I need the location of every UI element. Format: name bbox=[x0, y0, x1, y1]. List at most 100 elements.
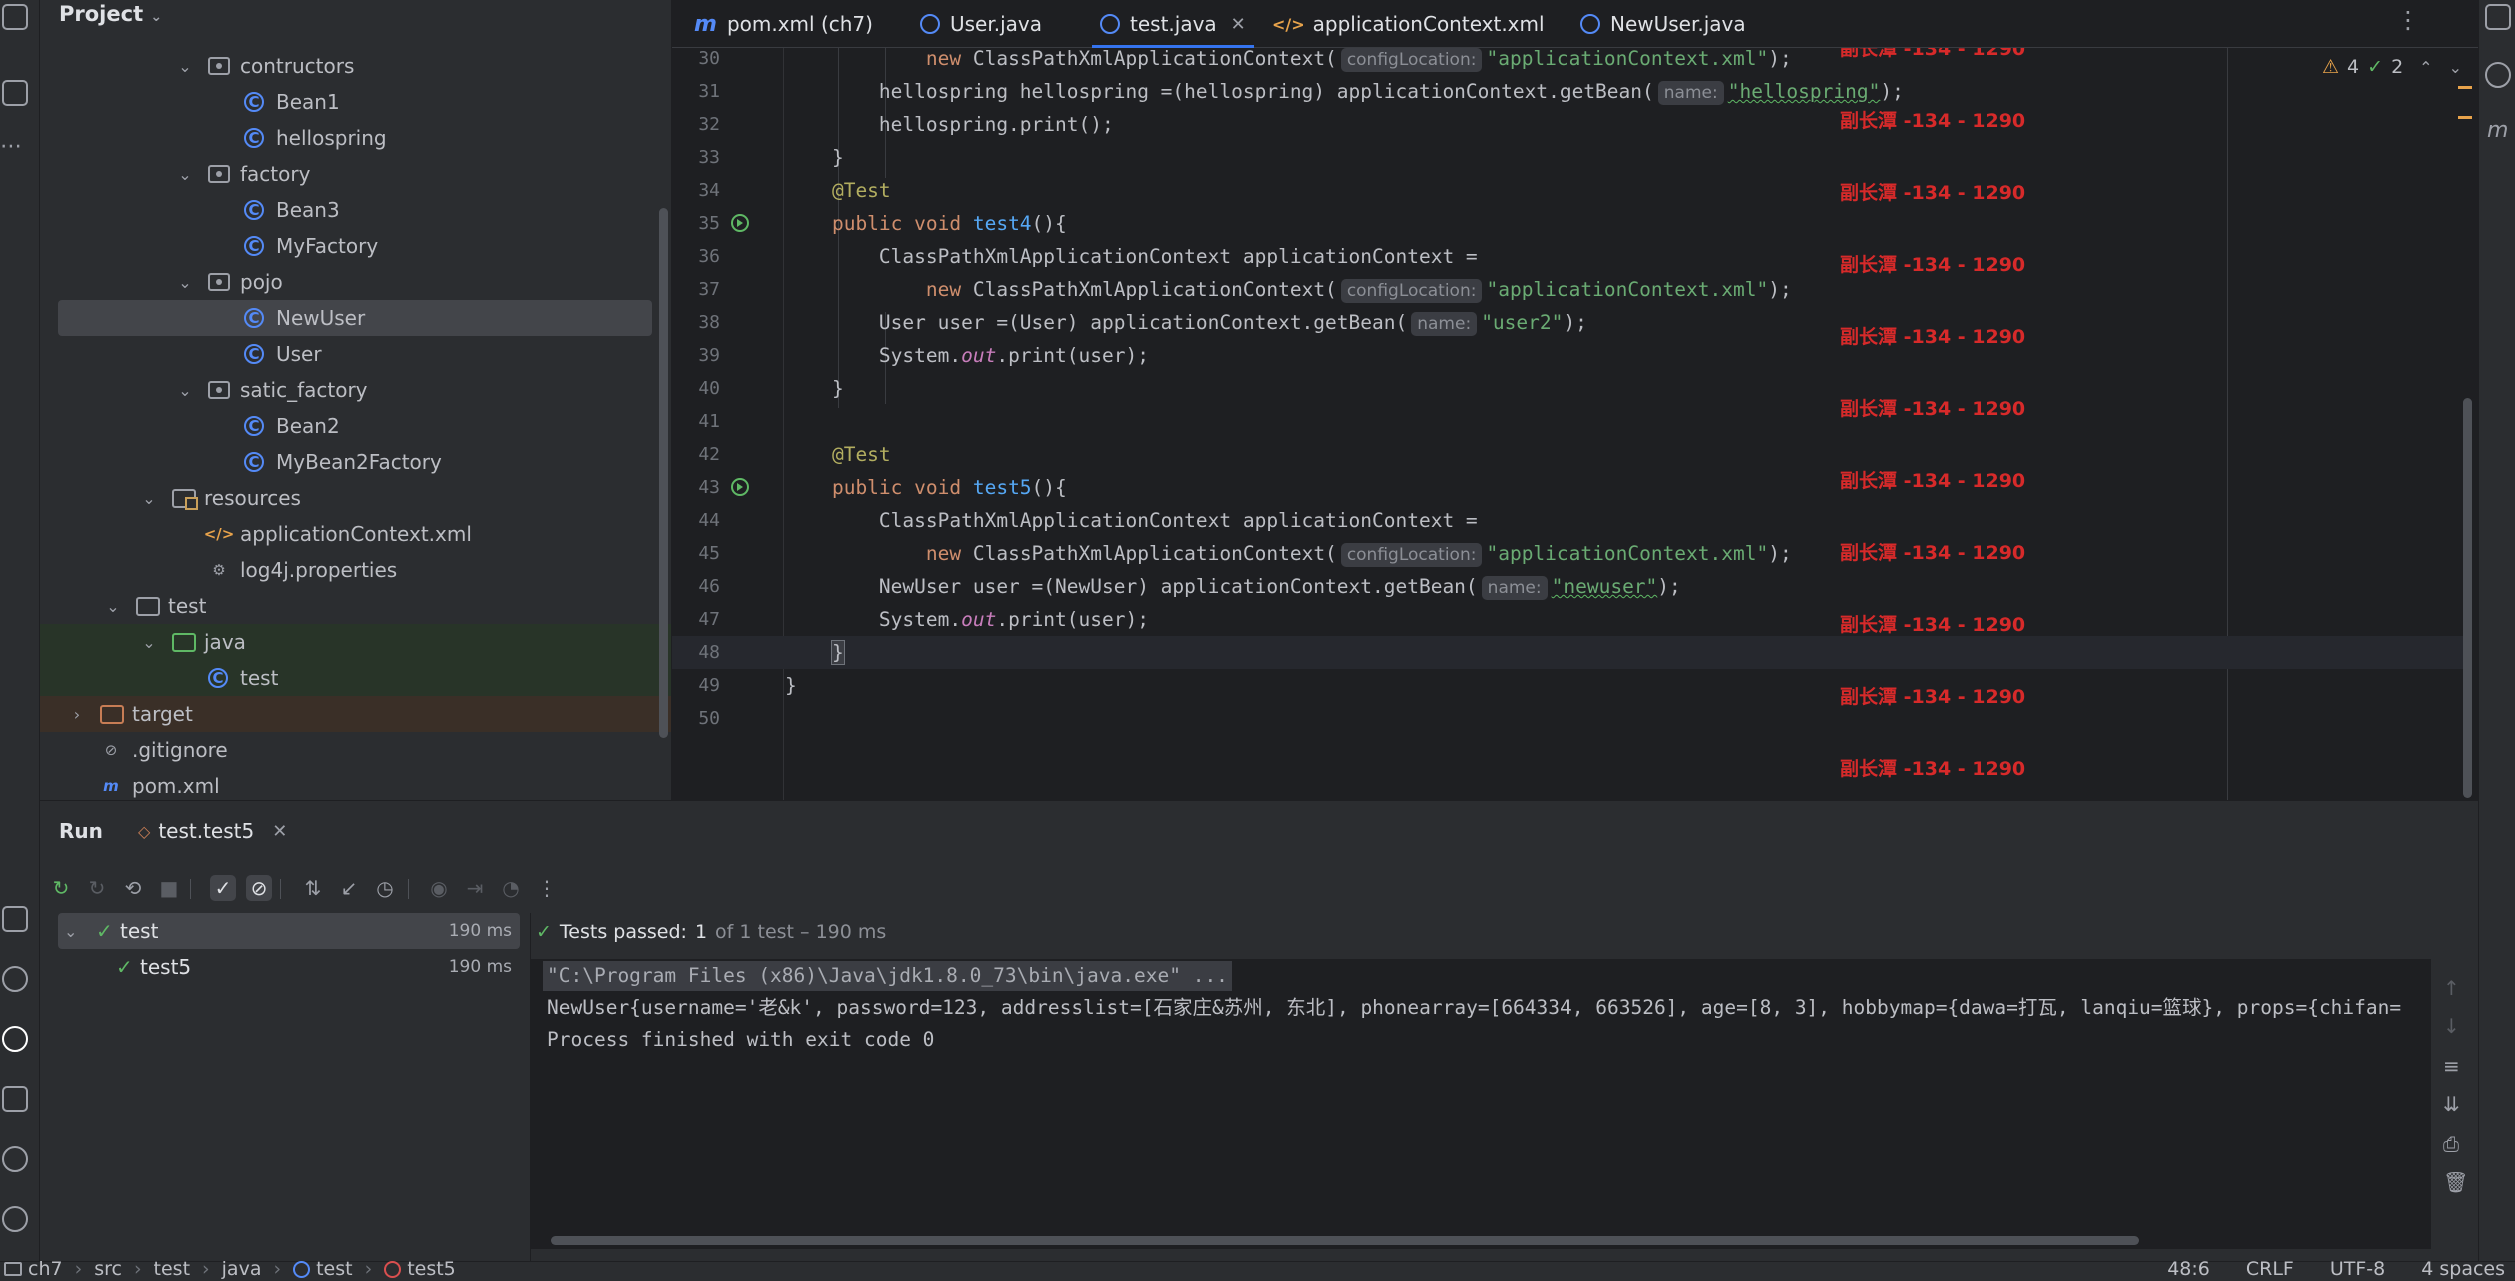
code-line[interactable]: 32 hellospring.print(); bbox=[672, 108, 2472, 141]
build-tool-icon[interactable] bbox=[2, 906, 28, 932]
line-number[interactable]: 34 bbox=[672, 174, 720, 207]
chevron-down-icon[interactable]: ⌄ bbox=[2449, 58, 2462, 77]
project-tree-item[interactable]: Ctest bbox=[40, 660, 671, 696]
console-command-line[interactable]: "C:\Program Files (x86)\Java\jdk1.8.0_73… bbox=[543, 961, 1232, 991]
git-tool-icon[interactable] bbox=[2, 1206, 28, 1232]
breadcrumb-item[interactable]: test bbox=[154, 1258, 191, 1280]
project-tree-item[interactable]: ⌄ factory bbox=[40, 156, 671, 192]
chevron-down-icon[interactable]: ⌄ bbox=[64, 922, 77, 941]
chevron-down-icon[interactable]: ⌄ bbox=[106, 597, 120, 616]
arrow-down-icon[interactable]: ↓ bbox=[2443, 1014, 2460, 1038]
line-number[interactable]: 49 bbox=[672, 669, 720, 702]
tab-test-java[interactable]: test.java ✕ bbox=[1092, 0, 1254, 48]
warning-marker[interactable] bbox=[2458, 86, 2472, 89]
project-tree-item[interactable]: ⌄ test bbox=[40, 588, 671, 624]
soft-wrap-icon[interactable]: ≡ bbox=[2443, 1054, 2460, 1078]
project-tree-item[interactable]: C Bean2 bbox=[40, 408, 671, 444]
tabs-more-icon[interactable]: ⋮ bbox=[2396, 6, 2420, 34]
warning-marker[interactable] bbox=[2458, 116, 2472, 119]
code-line[interactable]: 40 } bbox=[672, 372, 2472, 405]
code-line[interactable]: 46 NewUser user =(NewUser) applicationCo… bbox=[672, 570, 2472, 603]
terminal-tool-icon[interactable] bbox=[2, 1086, 28, 1112]
arrow-up-icon[interactable]: ↑ bbox=[2443, 976, 2460, 1000]
chevron-down-icon[interactable]: ⌄ bbox=[142, 489, 156, 508]
project-tree-item[interactable]: C User bbox=[40, 336, 671, 372]
toggle-auto-test-icon[interactable]: ⟲ bbox=[120, 875, 146, 901]
more-options-icon[interactable]: ⋮ bbox=[534, 875, 560, 901]
line-number[interactable]: 48 bbox=[672, 636, 720, 669]
indent-setting[interactable]: 4 spaces bbox=[2421, 1258, 2505, 1280]
console-output-line[interactable]: Process finished with exit code 0 bbox=[547, 1025, 934, 1055]
more-tools-icon[interactable]: ⋯ bbox=[0, 134, 23, 159]
code-line[interactable]: 36 ClassPathXmlApplicationContext applic… bbox=[672, 240, 2472, 273]
code-line[interactable]: 41 bbox=[672, 405, 2472, 438]
code-line[interactable]: 48 } bbox=[672, 636, 2472, 669]
screenshot-icon[interactable]: ◉ bbox=[426, 875, 452, 901]
show-passed-icon[interactable]: ✓ bbox=[210, 875, 236, 901]
line-number[interactable]: 45 bbox=[672, 537, 720, 570]
services-tool-icon[interactable] bbox=[2, 966, 28, 992]
console-output-line[interactable]: NewUser{username='老&k', password=123, ad… bbox=[547, 993, 2401, 1023]
stop-icon[interactable]: ■ bbox=[156, 875, 182, 901]
tab-user-java[interactable]: User.java bbox=[920, 0, 1042, 48]
chevron-down-icon[interactable]: ⌄ bbox=[142, 633, 156, 652]
inspections-widget[interactable]: ⚠ 4 ✓ 2 ⌃ ⌄ bbox=[2322, 56, 2462, 78]
line-number[interactable]: 32 bbox=[672, 108, 720, 141]
project-tree-item[interactable]: ⌄ satic_factory bbox=[40, 372, 671, 408]
run-test-icon[interactable] bbox=[731, 214, 749, 232]
code-line[interactable]: 34 @Test bbox=[672, 174, 2472, 207]
line-separator[interactable]: CRLF bbox=[2246, 1258, 2294, 1280]
code-line[interactable]: 43 public void test5(){ bbox=[672, 471, 2472, 504]
code-line[interactable]: 33 } bbox=[672, 141, 2472, 174]
project-tree-item[interactable]: C NewUser bbox=[40, 300, 671, 336]
line-number[interactable]: 44 bbox=[672, 504, 720, 537]
problems-tool-icon[interactable] bbox=[2, 1146, 28, 1172]
tab-application-context-xml[interactable]: </> applicationContext.xml bbox=[1272, 0, 1545, 48]
project-tree-item[interactable]: m pom.xml bbox=[40, 768, 671, 800]
chevron-up-icon[interactable]: ⌃ bbox=[2419, 58, 2432, 77]
line-number[interactable]: 47 bbox=[672, 603, 720, 636]
breadcrumb-item[interactable]: java bbox=[222, 1258, 262, 1280]
chevron-down-icon[interactable]: ⌄ bbox=[178, 57, 192, 76]
project-tree-item[interactable]: ⌄ resources bbox=[40, 480, 671, 516]
project-tree-item[interactable]: </> applicationContext.xml bbox=[40, 516, 671, 552]
structure-tool-icon[interactable] bbox=[2, 80, 28, 106]
line-number[interactable]: 37 bbox=[672, 273, 720, 306]
line-number[interactable]: 46 bbox=[672, 570, 720, 603]
line-number[interactable]: 39 bbox=[672, 339, 720, 372]
chevron-right-icon[interactable]: › bbox=[70, 705, 84, 724]
tab-newuser-java[interactable]: NewUser.java bbox=[1580, 0, 1746, 48]
tab-pom-xml[interactable]: m pom.xml (ch7) bbox=[694, 0, 873, 48]
line-number[interactable]: 43 bbox=[672, 471, 720, 504]
test-case-row[interactable]: ✓ test5 190 ms bbox=[58, 949, 520, 985]
run-config-tab[interactable]: ◇ test.test5 ✕ bbox=[138, 811, 287, 851]
print-icon[interactable]: ⎙ bbox=[2443, 1132, 2459, 1156]
code-line[interactable]: 45 new ClassPathXmlApplicationContext(co… bbox=[672, 537, 2472, 570]
code-line[interactable]: 37 new ClassPathXmlApplicationContext(co… bbox=[672, 273, 2472, 306]
file-encoding[interactable]: UTF-8 bbox=[2330, 1258, 2385, 1280]
console-horizontal-scrollbar[interactable] bbox=[551, 1236, 2139, 1245]
code-line[interactable]: 42 @Test bbox=[672, 438, 2472, 471]
code-line[interactable]: 44 ClassPathXmlApplicationContext applic… bbox=[672, 504, 2472, 537]
database-icon[interactable] bbox=[2485, 62, 2511, 88]
breadcrumb-item[interactable]: src bbox=[94, 1258, 122, 1280]
project-tree-item[interactable]: C MyFactory bbox=[40, 228, 671, 264]
project-tree-item[interactable]: ⌄ contructors bbox=[40, 48, 671, 84]
chevron-down-icon[interactable]: ⌄ bbox=[178, 381, 192, 400]
code-line[interactable]: 47 System.out.print(user); bbox=[672, 603, 2472, 636]
sort-icon[interactable]: ⇅ bbox=[300, 875, 326, 901]
project-tree-item[interactable]: ⚙ log4j.properties bbox=[40, 552, 671, 588]
run-test-icon[interactable] bbox=[731, 478, 749, 496]
breadcrumb-item[interactable]: ch7 bbox=[4, 1258, 63, 1280]
trash-icon[interactable]: 🗑 bbox=[2443, 1170, 2468, 1194]
breadcrumb-item[interactable]: test bbox=[293, 1258, 353, 1280]
code-line[interactable]: 39 System.out.print(user); bbox=[672, 339, 2472, 372]
close-tab-icon[interactable]: ✕ bbox=[1231, 14, 1246, 35]
import-tests-icon[interactable]: ↙ bbox=[336, 875, 362, 901]
rerun-icon[interactable]: ↻ bbox=[48, 875, 74, 901]
line-number[interactable]: 31 bbox=[672, 75, 720, 108]
chevron-down-icon[interactable]: ⌄ bbox=[178, 273, 192, 292]
close-tab-icon[interactable]: ✕ bbox=[272, 821, 287, 842]
line-number[interactable]: 42 bbox=[672, 438, 720, 471]
code-editor[interactable]: 30 new ClassPathXmlApplicationContext(co… bbox=[672, 48, 2478, 800]
